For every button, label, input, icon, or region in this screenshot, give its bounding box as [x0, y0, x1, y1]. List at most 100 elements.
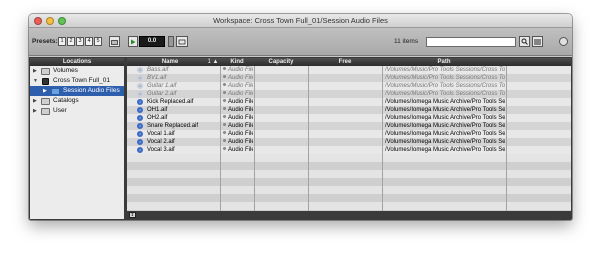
audio-file-icon: ♪	[137, 91, 143, 97]
kind-dot-icon	[223, 75, 226, 78]
preset-buttons: 1 2 3 4 5	[58, 37, 102, 46]
help-button[interactable]	[559, 37, 568, 46]
location-session-audio-files[interactable]: ▶ Session Audio Files	[30, 86, 124, 96]
file-row[interactable]: ♪ Guitar 1.aif Audio File/Volumes/Music/Pr…	[127, 82, 571, 90]
kind-dot-icon	[223, 131, 226, 134]
file-name: Bass.aif	[147, 67, 169, 73]
kind-dot-icon	[223, 123, 226, 126]
disclosure-down-icon[interactable]: ▼	[33, 76, 38, 86]
file-browser-pane: Name 1 ▲ Kind Capacity Free Path ♪ Bass.a…	[127, 58, 571, 219]
audio-file-icon: ♪	[137, 107, 143, 113]
window-title: Workspace: Cross Town Full_01/Session Au…	[213, 16, 388, 25]
preset-button-5[interactable]: 5	[94, 37, 102, 46]
file-row[interactable]: ♪ Snare Replaced.aif Audio File/Volumes/Io…	[127, 122, 571, 130]
column-header-kind[interactable]: Kind	[220, 58, 254, 66]
disclosure-right-icon[interactable]: ▶	[33, 66, 37, 76]
file-path: /Volumes/Iomega Music Archive/Pro Tools …	[385, 115, 505, 121]
file-row[interactable]: ♪ Vocal 3.aif Audio File/Volumes/Iomega Mu…	[127, 146, 571, 154]
volume-slider[interactable]	[168, 36, 174, 47]
folder-icon	[41, 98, 50, 105]
file-name: Guitar 1.aif	[147, 83, 177, 89]
file-kind: Audio File	[223, 106, 253, 114]
file-kind: Audio File	[223, 82, 253, 90]
file-row[interactable]: ♪ Kick Replaced.aif Audio File/Volumes/Iom…	[127, 98, 571, 106]
preset-button-2[interactable]: 2	[67, 37, 75, 46]
file-row[interactable]: ♪ Guitar 2.aif Audio File/Volumes/Music/Pr…	[127, 90, 571, 98]
location-user[interactable]: ▶ User	[30, 106, 124, 116]
file-row[interactable]: ♪ OH2.aif Audio File/Volumes/Iomega Music …	[127, 114, 571, 122]
file-path: /Volumes/Music/Pro Tools Sessions/Cross …	[385, 91, 505, 97]
kind-dot-icon	[223, 139, 226, 142]
location-label: Volumes	[53, 67, 78, 74]
file-path: /Volumes/Iomega Music Archive/Pro Tools …	[385, 99, 505, 105]
blue-folder-icon	[51, 88, 60, 95]
loop-button[interactable]	[176, 36, 188, 47]
file-name: OH2.aif	[147, 115, 168, 121]
file-row[interactable]: ♪ Vocal 1.aif Audio File/Volumes/Iomega Mu…	[127, 130, 571, 138]
file-kind-label: Audio File	[228, 139, 253, 145]
file-name: Vocal 1.aif	[147, 131, 175, 137]
file-path: /Volumes/Music/Pro Tools Sessions/Cross …	[385, 67, 505, 73]
file-row[interactable]: ♪ BV1.aif Audio File/Volumes/Music/Pro Too…	[127, 74, 571, 82]
file-path: /Volumes/Iomega Music Archive/Pro Tools …	[385, 147, 505, 153]
workspace-window: Workspace: Cross Town Full_01/Session Au…	[29, 14, 572, 220]
file-path: /Volumes/Iomega Music Archive/Pro Tools …	[385, 123, 505, 129]
play-icon	[131, 39, 136, 44]
preset-button-1[interactable]: 1	[58, 37, 66, 46]
file-kind: Audio File	[223, 66, 253, 74]
file-path: /Volumes/Music/Pro Tools Sessions/Cross …	[385, 75, 505, 81]
preset-button-3[interactable]: 3	[76, 37, 84, 46]
locations-header: Locations	[30, 58, 124, 66]
minimize-icon[interactable]	[46, 17, 54, 25]
sort-indicator-icon[interactable]: 1 ▲	[207, 58, 219, 66]
disclosure-right-icon[interactable]: ▶	[43, 86, 47, 96]
file-name: Guitar 2.aif	[147, 91, 177, 97]
location-catalogs[interactable]: ▶ Catalogs	[30, 96, 124, 106]
waveform-zoom-field[interactable]: 0.0	[139, 36, 165, 47]
kind-dot-icon	[223, 67, 226, 70]
file-kind: Audio File	[223, 130, 253, 138]
column-header-name[interactable]: Name	[127, 58, 213, 66]
disclosure-right-icon[interactable]: ▶	[33, 106, 37, 116]
bottom-strip: ⇕	[127, 211, 571, 219]
kind-dot-icon	[223, 115, 226, 118]
file-row[interactable]: ♪ Vocal 2.aif Audio File/Volumes/Iomega Mu…	[127, 138, 571, 146]
file-kind-label: Audio File	[228, 107, 253, 113]
view-options-button[interactable]	[532, 36, 543, 47]
loop-icon	[178, 39, 186, 44]
file-row[interactable]: ♪ OH1.aif Audio File/Volumes/Iomega Music …	[127, 106, 571, 114]
presets-label: Presets:	[32, 38, 58, 45]
folder-icon	[41, 108, 50, 115]
column-header-capacity[interactable]: Capacity	[254, 58, 308, 66]
file-row[interactable]: ♪ Bass.aif Audio File/Volumes/Music/Pro To…	[127, 66, 571, 74]
kind-dot-icon	[223, 83, 226, 86]
audio-file-icon: ♪	[137, 123, 143, 129]
file-kind: Audio File	[223, 98, 253, 106]
audition-button[interactable]	[128, 36, 138, 47]
file-kind: Audio File	[223, 138, 253, 146]
file-name: Vocal 2.aif	[147, 139, 175, 145]
preset-button-4[interactable]: 4	[85, 37, 93, 46]
audio-file-icon: ♪	[137, 139, 143, 145]
column-header-free[interactable]: Free	[308, 58, 382, 66]
search-icon	[521, 38, 528, 45]
location-label: Catalogs	[53, 97, 79, 104]
new-folder-button[interactable]	[109, 36, 120, 47]
location-session[interactable]: ▼ Cross Town Full_01	[30, 76, 124, 86]
location-volumes[interactable]: ▶ Volumes	[30, 66, 124, 76]
session-icon	[42, 78, 49, 85]
file-kind: Audio File	[223, 90, 253, 98]
file-kind-label: Audio File	[228, 91, 253, 97]
search-button[interactable]	[519, 36, 530, 47]
title-bar[interactable]: Workspace: Cross Town Full_01/Session Au…	[29, 14, 572, 28]
file-kind-label: Audio File	[228, 67, 253, 73]
expand-icon[interactable]: ⇕	[129, 212, 136, 218]
audio-file-icon: ♪	[137, 83, 143, 89]
column-header-path[interactable]: Path	[382, 58, 506, 66]
file-kind: Audio File	[223, 146, 253, 154]
zoom-icon[interactable]	[58, 17, 66, 25]
close-icon[interactable]	[34, 17, 42, 25]
file-path: /Volumes/Music/Pro Tools Sessions/Cross …	[385, 83, 505, 89]
disclosure-right-icon[interactable]: ▶	[33, 96, 37, 106]
search-input[interactable]	[426, 37, 516, 47]
